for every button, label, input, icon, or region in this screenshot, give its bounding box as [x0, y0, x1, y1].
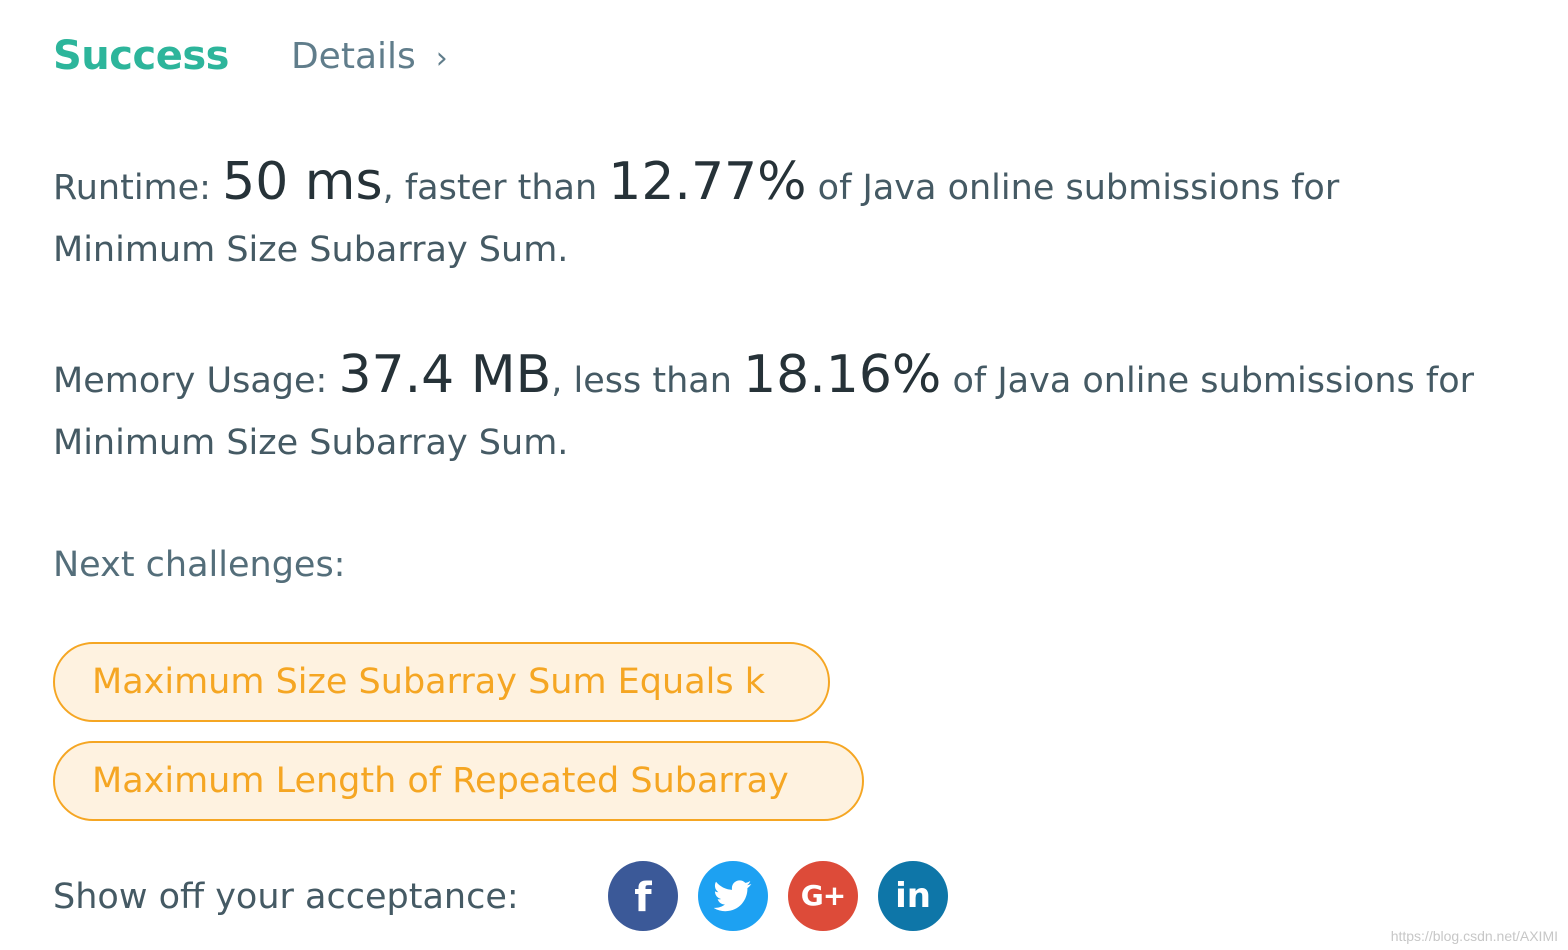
google-plus-icon: G+ — [800, 879, 846, 912]
linkedin-icon: in — [895, 876, 931, 916]
memory-suffix: of Java online submissions for — [941, 361, 1474, 401]
challenge-link[interactable]: Maximum Length of Repeated Subarray — [53, 741, 864, 821]
memory-comparison: , less than — [551, 361, 744, 401]
watermark: https://blog.csdn.net/AXIMI — [1390, 928, 1558, 944]
linkedin-share-button[interactable]: in — [878, 861, 948, 931]
twitter-icon — [714, 880, 752, 912]
runtime-suffix: of Java online submissions for — [806, 168, 1340, 208]
share-label: Show off your acceptance: — [53, 877, 519, 917]
memory-problem: Minimum Size Subarray Sum. — [53, 423, 569, 463]
runtime-problem: Minimum Size Subarray Sum. — [53, 230, 569, 270]
twitter-share-button[interactable] — [698, 861, 768, 931]
result-header: Success Details › — [53, 26, 448, 86]
details-link[interactable]: Details › — [291, 36, 448, 77]
runtime-stat: Runtime: 50 ms, faster than 12.77% of Ja… — [53, 151, 1339, 281]
runtime-comparison: , faster than — [382, 168, 609, 208]
memory-value: 37.4 MB — [338, 345, 552, 405]
facebook-icon: f — [634, 875, 652, 921]
facebook-share-button[interactable]: f — [608, 861, 678, 931]
memory-line: Memory Usage: 37.4 MB, less than 18.16% … — [53, 344, 1474, 412]
next-challenges-label: Next challenges: — [53, 545, 346, 585]
memory-stat: Memory Usage: 37.4 MB, less than 18.16% … — [53, 344, 1474, 474]
runtime-label: Runtime: — [53, 168, 223, 208]
google-plus-share-button[interactable]: G+ — [788, 861, 858, 931]
memory-label: Memory Usage: — [53, 361, 339, 401]
runtime-value: 50 ms — [222, 152, 383, 212]
memory-percent: 18.16% — [743, 345, 942, 405]
chevron-right-icon: › — [435, 40, 448, 76]
status-label: Success — [53, 33, 229, 79]
details-label: Details — [290, 35, 416, 77]
runtime-percent: 12.77% — [608, 152, 807, 212]
challenge-link[interactable]: Maximum Size Subarray Sum Equals k — [53, 642, 830, 722]
runtime-line: Runtime: 50 ms, faster than 12.77% of Ja… — [53, 151, 1339, 219]
